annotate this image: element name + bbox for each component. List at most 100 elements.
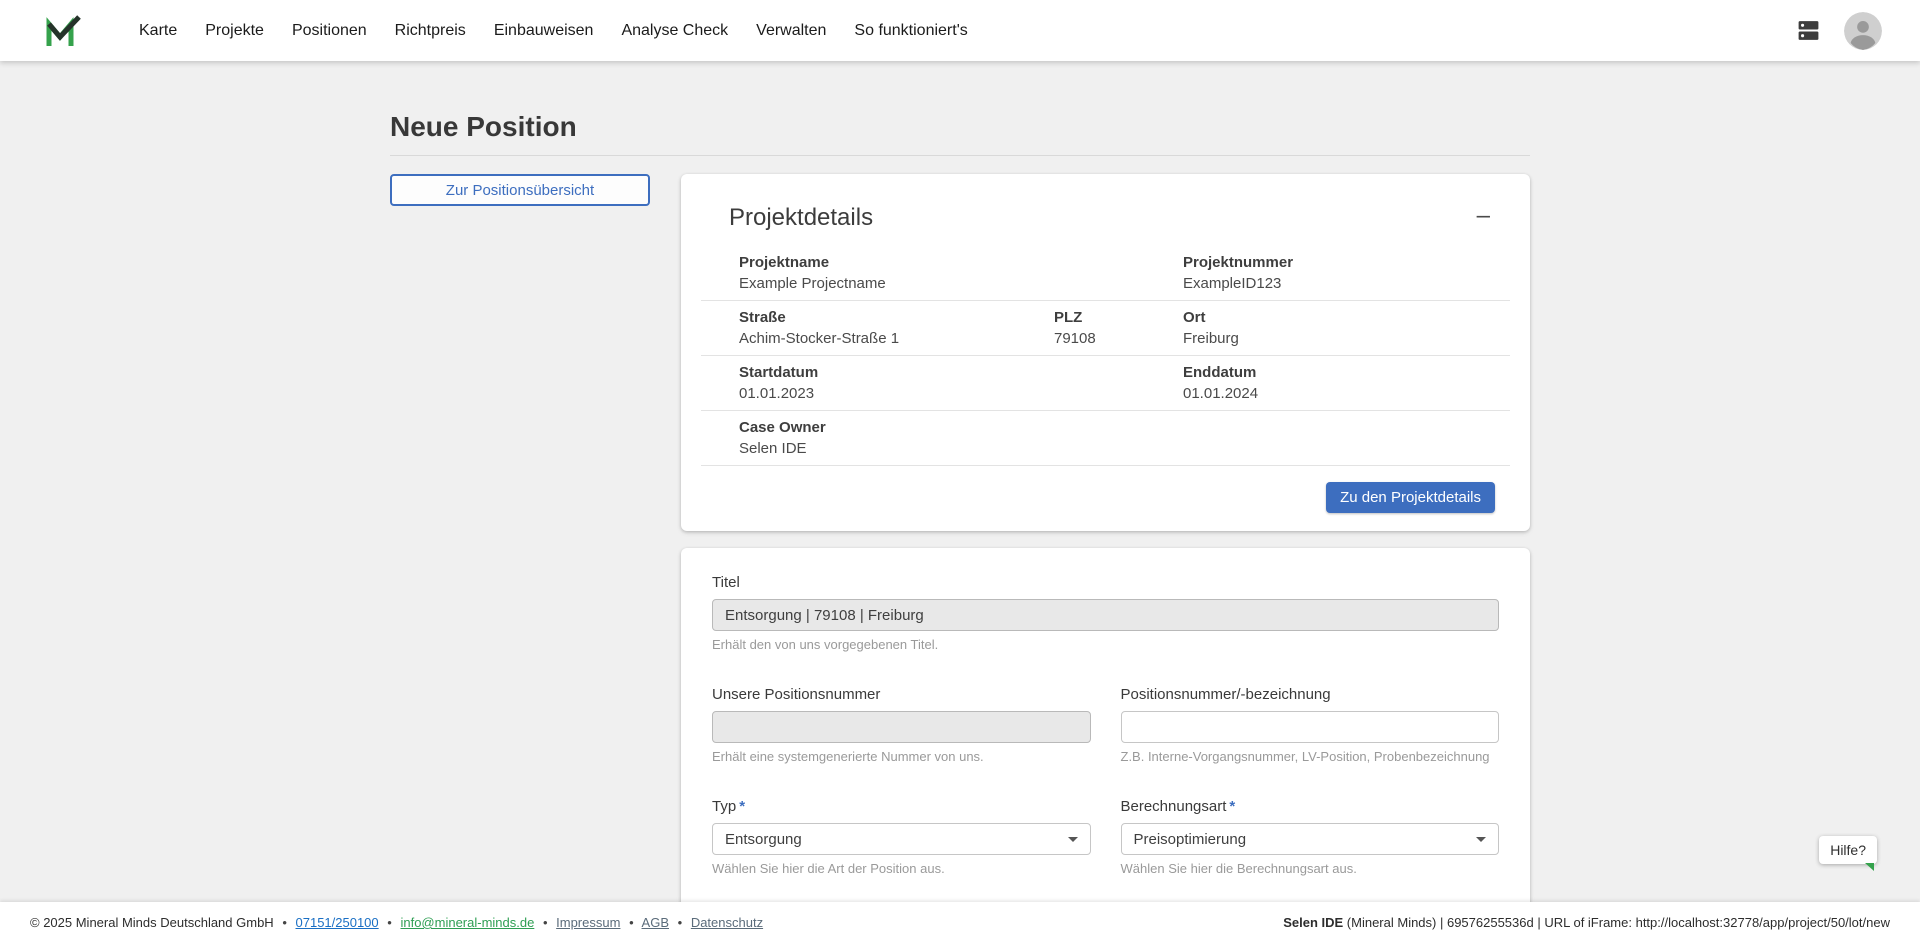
separator: • xyxy=(543,915,548,930)
field-label: Straße xyxy=(739,307,1054,328)
session-user: Selen IDE xyxy=(1283,915,1343,930)
berechnungsart-select[interactable]: Preisoptimierung xyxy=(1121,823,1500,855)
field-ort: Ort Freiburg xyxy=(1183,307,1510,349)
server-rack-icon[interactable] xyxy=(1795,18,1822,43)
agb-link[interactable]: AGB xyxy=(642,915,669,930)
navbar-right xyxy=(1795,12,1882,50)
typ-label-text: Typ xyxy=(712,798,736,815)
separator: • xyxy=(629,915,634,930)
required-marker: * xyxy=(739,798,745,815)
field-label: Projektname xyxy=(739,252,1183,273)
nav-item-verwalten[interactable]: Verwalten xyxy=(742,22,840,40)
required-marker: * xyxy=(1229,798,1235,815)
main-content: Neue Position Zur Positionsübersicht Pro… xyxy=(0,61,1920,902)
project-details-title: Projektdetails xyxy=(729,204,873,232)
berechnungsart-label: Berechnungsart* xyxy=(1121,798,1500,815)
positionsnummer-field: Positionsnummer/-bezeichnung Z.B. Intern… xyxy=(1121,686,1500,764)
field-case-owner: Case Owner Selen IDE xyxy=(739,417,1510,459)
positionsnummer-label: Positionsnummer/-bezeichnung xyxy=(1121,686,1500,703)
positionsnummer-hint: Z.B. Interne-Vorgangsnummer, LV-Position… xyxy=(1121,749,1500,764)
field-startdatum: Startdatum 01.01.2023 xyxy=(739,362,1054,404)
unsere-positionsnummer-input xyxy=(712,711,1091,743)
position-overview-button[interactable]: Zur Positionsübersicht xyxy=(390,174,650,206)
mineral-minds-logo[interactable] xyxy=(45,15,83,47)
nav-item-karte[interactable]: Karte xyxy=(125,22,191,40)
field-value: Selen IDE xyxy=(739,438,1510,459)
berechnungsart-select-value: Preisoptimierung xyxy=(1134,831,1247,848)
positionsnummer-input[interactable] xyxy=(1121,711,1500,743)
unsere-positionsnummer-label: Unsere Positionsnummer xyxy=(712,686,1091,703)
project-details-table: Projektname Example Projectname Projektn… xyxy=(701,246,1510,466)
field-value: 01.01.2023 xyxy=(739,383,1054,404)
nav-item-positionen[interactable]: Positionen xyxy=(278,22,381,40)
titel-label: Titel xyxy=(712,574,1499,591)
titel-field: Titel Erhält den von uns vorgegebenen Ti… xyxy=(712,574,1499,652)
table-row: Startdatum 01.01.2023 Enddatum 01.01.202… xyxy=(701,355,1510,410)
titel-hint: Erhält den von uns vorgegebenen Titel. xyxy=(712,637,1499,652)
left-column: Zur Positionsübersicht xyxy=(390,174,650,206)
heading-divider xyxy=(390,155,1530,156)
project-details-card: Projektdetails – Projektname Example Pro… xyxy=(681,174,1530,531)
field-enddatum: Enddatum 01.01.2024 xyxy=(1183,362,1510,404)
nav-item-richtpreis[interactable]: Richtpreis xyxy=(381,22,480,40)
field-strasse: Straße Achim-Stocker-Straße 1 xyxy=(739,307,1054,349)
user-avatar-icon[interactable] xyxy=(1844,12,1882,50)
field-label: Ort xyxy=(1183,307,1510,328)
page-title: Neue Position xyxy=(390,111,1530,143)
separator: • xyxy=(387,915,392,930)
email-link[interactable]: info@mineral-minds.de xyxy=(400,915,534,930)
datenschutz-link[interactable]: Datenschutz xyxy=(691,915,763,930)
table-row: Case Owner Selen IDE xyxy=(701,410,1510,466)
project-details-button[interactable]: Zu den Projektdetails xyxy=(1326,482,1495,513)
field-label: Case Owner xyxy=(739,417,1510,438)
field-plz: PLZ 79108 xyxy=(1054,307,1183,349)
table-row: Projektname Example Projectname Projektn… xyxy=(701,246,1510,300)
field-label: Projektnummer xyxy=(1183,252,1510,273)
phone-link[interactable]: 07151/250100 xyxy=(296,915,379,930)
footer-session-info: Selen IDE (Mineral Minds) | 69576255536d… xyxy=(1283,915,1890,930)
field-label: Startdatum xyxy=(739,362,1054,383)
field-label: PLZ xyxy=(1054,307,1183,328)
field-projektnummer: Projektnummer ExampleID123 xyxy=(1183,252,1510,294)
unsere-positionsnummer-hint: Erhält eine systemgenerierte Nummer von … xyxy=(712,749,1091,764)
typ-select[interactable]: Entsorgung xyxy=(712,823,1091,855)
field-value: Example Projectname xyxy=(739,273,1183,294)
caret-down-icon xyxy=(1476,837,1486,842)
field-value: 79108 xyxy=(1054,328,1183,349)
titel-input xyxy=(712,599,1499,631)
nav-item-projekte[interactable]: Projekte xyxy=(191,22,278,40)
main-nav: Karte Projekte Positionen Richtpreis Ein… xyxy=(125,22,982,40)
impressum-link[interactable]: Impressum xyxy=(556,915,620,930)
session-details: (Mineral Minds) | 69576255536d | URL of … xyxy=(1343,915,1890,930)
footer-left: © 2025 Mineral Minds Deutschland GmbH • … xyxy=(30,915,763,930)
nav-item-so-funktionierts[interactable]: So funktioniert's xyxy=(840,22,981,40)
unsere-positionsnummer-field: Unsere Positionsnummer Erhält eine syste… xyxy=(712,686,1091,764)
field-value: Achim-Stocker-Straße 1 xyxy=(739,328,1054,349)
typ-select-value: Entsorgung xyxy=(725,831,802,848)
copyright-text: © 2025 Mineral Minds Deutschland GmbH xyxy=(30,915,274,930)
separator: • xyxy=(678,915,683,930)
field-projektname: Projektname Example Projectname xyxy=(739,252,1183,294)
typ-label: Typ* xyxy=(712,798,1091,815)
typ-field: Typ* Entsorgung Wählen Sie hier die Art … xyxy=(712,798,1091,876)
berechnungsart-field: Berechnungsart* Preisoptimierung Wählen … xyxy=(1121,798,1500,876)
berechnungsart-label-text: Berechnungsart xyxy=(1121,798,1227,815)
collapse-minus-icon[interactable]: – xyxy=(1473,204,1494,228)
top-navbar: Karte Projekte Positionen Richtpreis Ein… xyxy=(0,0,1920,61)
field-value: 01.01.2024 xyxy=(1183,383,1510,404)
nav-item-einbauweisen[interactable]: Einbauweisen xyxy=(480,22,608,40)
table-row: Straße Achim-Stocker-Straße 1 PLZ 79108 … xyxy=(701,300,1510,355)
berechnungsart-hint: Wählen Sie hier die Berechnungsart aus. xyxy=(1121,861,1500,876)
right-column: Projektdetails – Projektname Example Pro… xyxy=(681,174,1530,902)
field-label: Enddatum xyxy=(1183,362,1510,383)
nav-item-analyse-check[interactable]: Analyse Check xyxy=(607,22,742,40)
caret-down-icon xyxy=(1068,837,1078,842)
logo-m-icon xyxy=(45,15,83,47)
field-value: ExampleID123 xyxy=(1183,273,1510,294)
field-value: Freiburg xyxy=(1183,328,1510,349)
separator: • xyxy=(282,915,287,930)
help-button[interactable]: Hilfe? xyxy=(1819,836,1877,864)
new-position-form-card: Titel Erhält den von uns vorgegebenen Ti… xyxy=(681,548,1530,902)
footer: © 2025 Mineral Minds Deutschland GmbH • … xyxy=(0,902,1920,943)
typ-hint: Wählen Sie hier die Art der Position aus… xyxy=(712,861,1091,876)
